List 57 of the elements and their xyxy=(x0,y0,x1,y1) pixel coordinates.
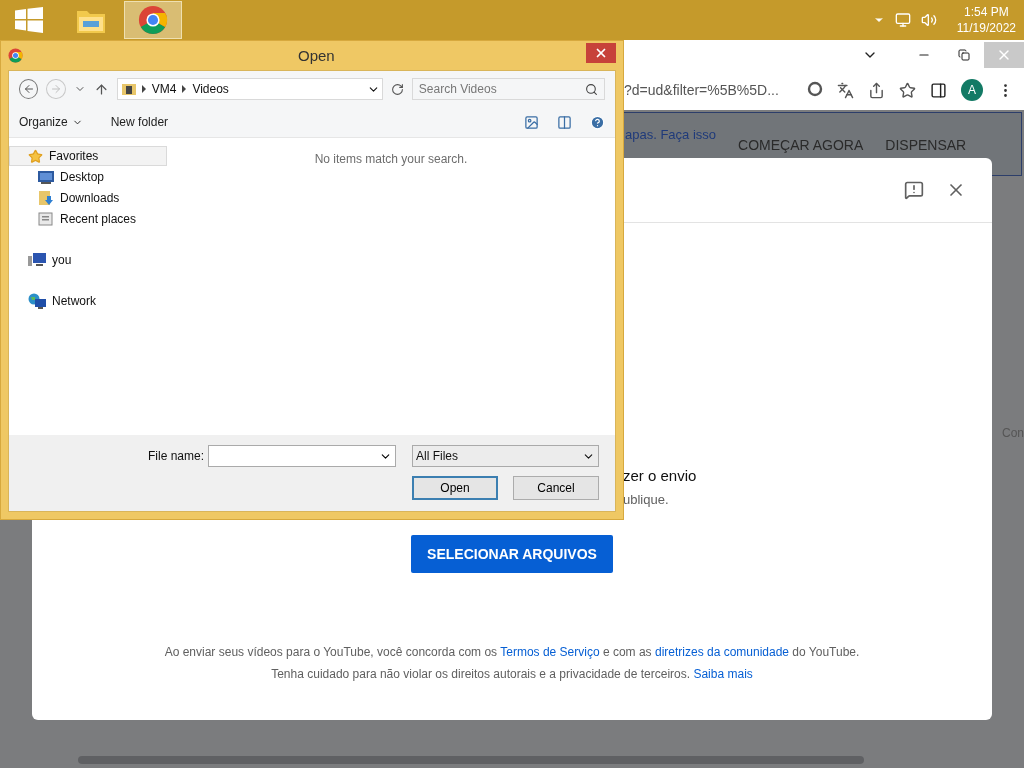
command-button[interactable]: New folder xyxy=(110,115,169,129)
up-icon[interactable] xyxy=(93,81,109,97)
upload-heading: zer o envio xyxy=(623,467,698,484)
nav-item[interactable]: Recent places xyxy=(9,209,167,229)
help-icon[interactable] xyxy=(590,114,605,130)
terms-text: Ao enviar seus vídeos para o YouTube, você concorda com os Termos de Serviço e com as diretrizes da comunidade do YouTube. xyxy=(164,645,860,659)
terms-link[interactable]: diretrizes da comunidade xyxy=(654,645,790,659)
nav-item[interactable]: you xyxy=(9,250,167,270)
chrome-icon xyxy=(8,48,23,63)
search-icon[interactable] xyxy=(585,82,598,96)
translate-icon[interactable] xyxy=(837,81,854,99)
chrome-icon xyxy=(138,5,168,35)
monitor-icon xyxy=(38,170,54,184)
profile-avatar[interactable]: A xyxy=(961,79,983,101)
command-button[interactable]: Organize xyxy=(19,115,83,129)
path-crumb[interactable]: VM4 xyxy=(151,82,177,96)
search-field[interactable]: Search Videos xyxy=(411,78,605,100)
taskbar-app[interactable] xyxy=(124,1,182,39)
file-type-select[interactable]: All Files xyxy=(412,445,599,467)
close-button[interactable] xyxy=(586,42,616,63)
side-panel-icon[interactable] xyxy=(930,81,947,99)
upload-subtext: ublique. xyxy=(623,492,670,507)
terms-link[interactable]: Saiba mais xyxy=(693,667,753,681)
nav-item[interactable]: Network xyxy=(9,291,167,311)
star-icon xyxy=(28,148,43,164)
computer-icon xyxy=(28,252,46,268)
address-text[interactable]: ?d=ud&filter=%5B%5D... xyxy=(624,82,793,98)
refresh-icon[interactable] xyxy=(390,82,404,96)
file-name-field[interactable] xyxy=(208,445,396,467)
view-icon[interactable] xyxy=(524,114,539,130)
address-bar[interactable]: VM4 Videos xyxy=(116,78,383,100)
terms-link[interactable]: Termos de Serviço xyxy=(500,645,600,659)
preview-pane-icon[interactable] xyxy=(557,114,572,130)
feedback-icon[interactable] xyxy=(904,180,924,200)
video-folder-icon xyxy=(121,82,136,96)
recent-places-icon xyxy=(38,211,54,227)
volume-icon[interactable] xyxy=(920,12,937,28)
arrow-right-icon xyxy=(50,83,62,95)
file-name-label: File name: xyxy=(147,449,204,463)
bookmark-star-icon[interactable] xyxy=(899,81,916,99)
terms-text: Tenha cuidado para não violar os direitos autorais e a privacidade de terceiros. Saiba mais xyxy=(271,667,753,681)
nav-item[interactable]: Favorites xyxy=(9,146,167,166)
banner-text: apas. Faça isso xyxy=(625,127,717,142)
select-files-button[interactable]: SELECIONAR ARQUIVOS xyxy=(411,535,613,573)
windows-logo-icon[interactable] xyxy=(15,7,43,33)
arrow-left-icon xyxy=(22,83,35,95)
dialog-button[interactable]: Cancel xyxy=(513,476,599,500)
share-icon[interactable] xyxy=(868,81,885,99)
restore-icon[interactable] xyxy=(958,49,970,61)
path-crumb[interactable]: Videos xyxy=(192,82,229,96)
dialog-title: Open xyxy=(298,47,335,64)
empty-message: No items match your search. xyxy=(314,152,468,168)
nav-item[interactable]: Downloads xyxy=(9,188,167,208)
dialog-button[interactable]: Open xyxy=(412,476,498,500)
nav-item[interactable]: Desktop xyxy=(9,167,167,187)
scrollbar[interactable] xyxy=(78,756,864,764)
download-folder-icon xyxy=(38,190,54,206)
